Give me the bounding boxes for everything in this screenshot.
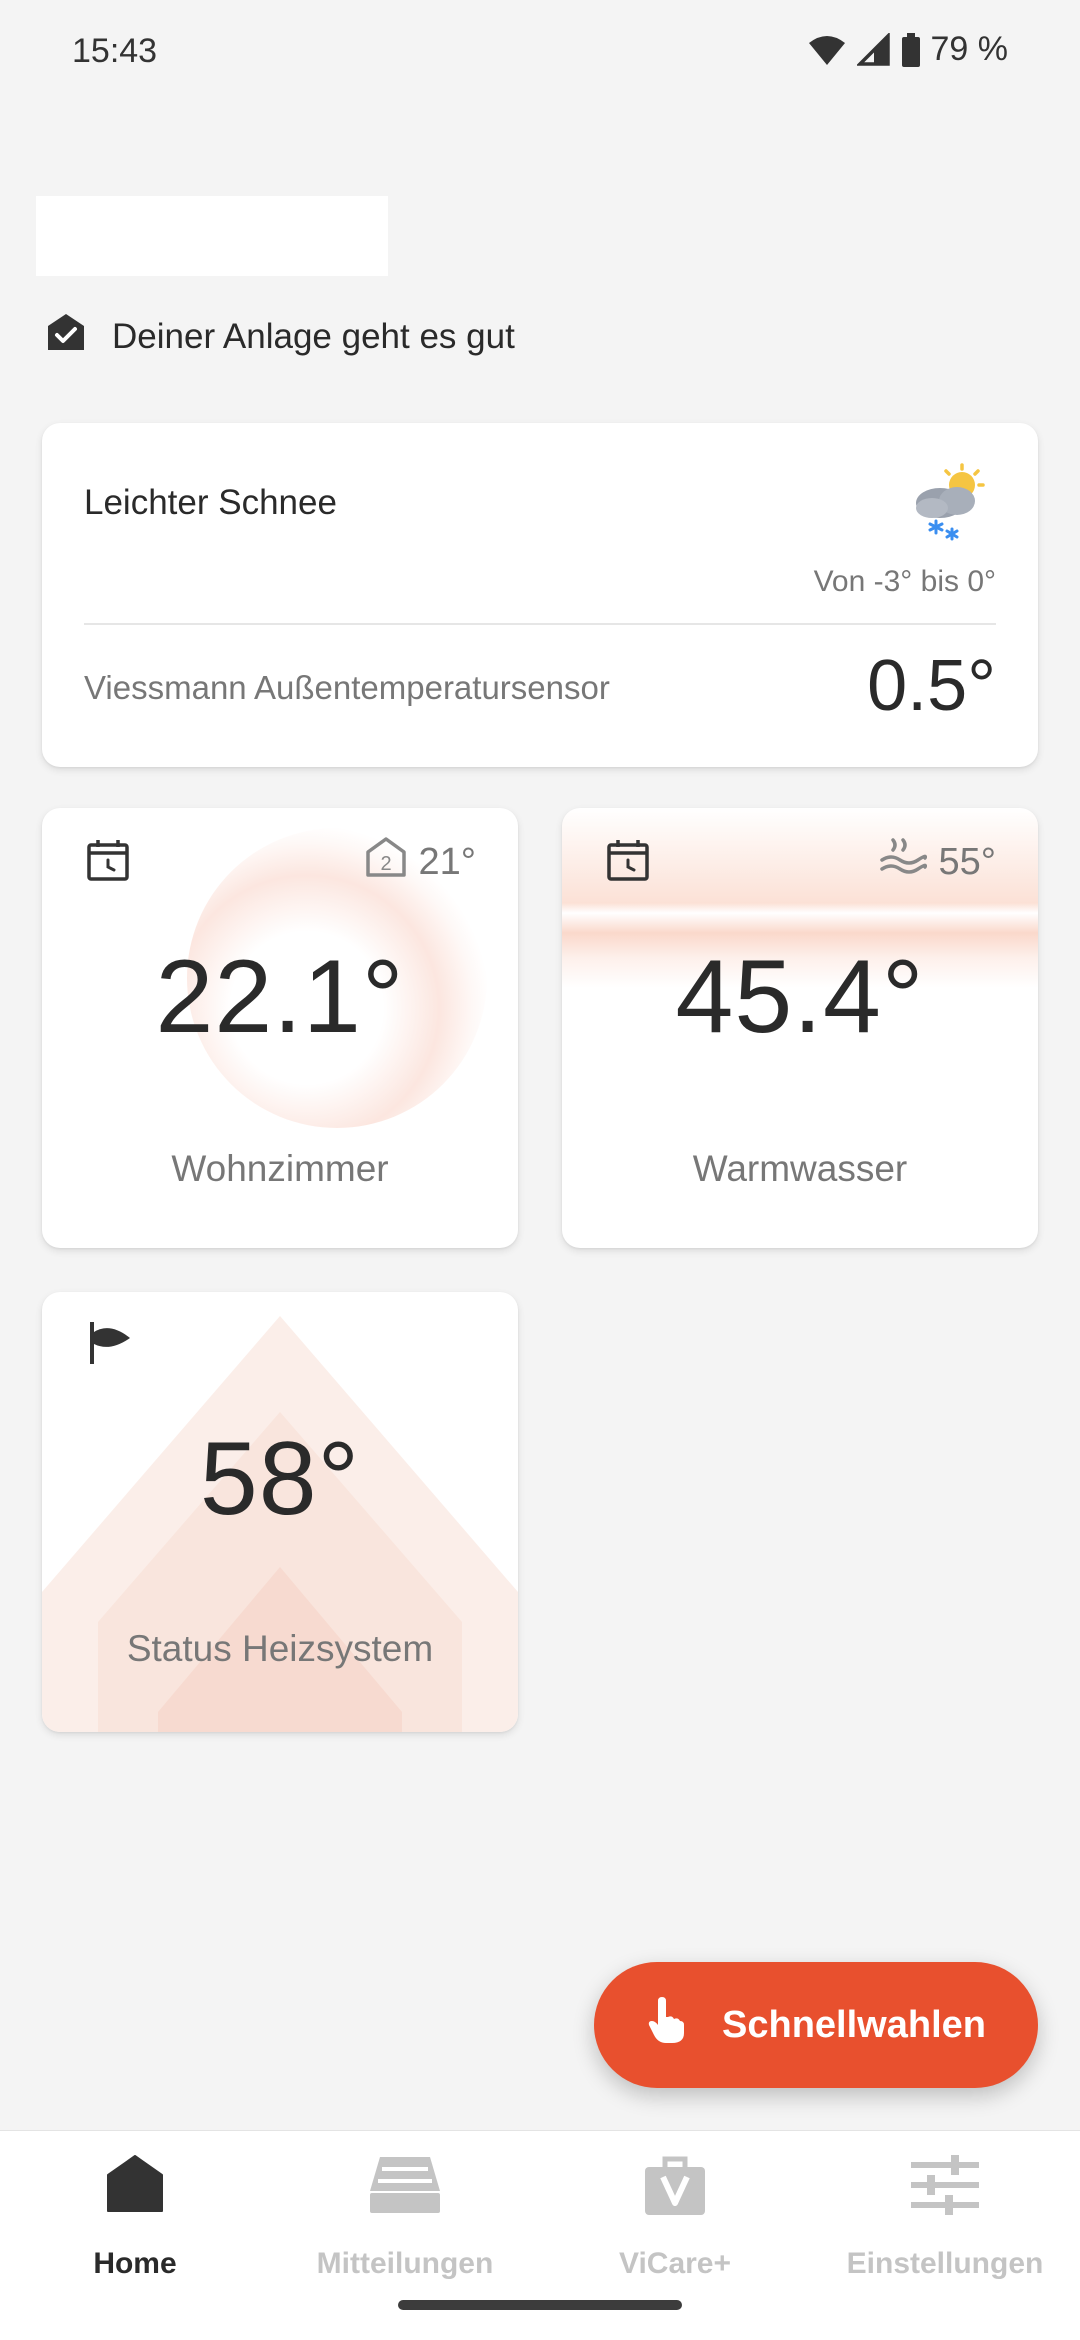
quick-select-label: Schnellwahlen (722, 2003, 986, 2046)
steam-icon (879, 836, 927, 888)
house-program-icon: 2 (365, 836, 407, 888)
room-target: 2 21° (365, 836, 476, 888)
hot-water-tile[interactable]: 55° 45.4° Warmwasser (562, 808, 1038, 1248)
room-temperature: 22.1° (155, 939, 405, 1055)
wifi-icon (807, 33, 847, 67)
water-label: Warmwasser (692, 1148, 908, 1189)
signal-icon (856, 32, 891, 67)
house-check-icon (46, 312, 86, 361)
installation-name-field[interactable] (36, 196, 388, 276)
status-time: 15:43 (72, 32, 158, 70)
gesture-home-indicator[interactable] (398, 2300, 682, 2310)
hand-pointer-icon (646, 1995, 686, 2055)
room-label: Wohnzimmer (171, 1148, 389, 1189)
weather-range: Von -3° bis 0° (813, 565, 996, 598)
heating-status-tile[interactable]: 58° Status Heizsystem (42, 1292, 518, 1732)
sensor-value: 0.5° (867, 646, 996, 726)
water-target-temp: 55° (938, 840, 996, 883)
flame-flag-icon (86, 1318, 134, 1373)
room-target-temp: 21° (418, 840, 476, 883)
nav-messages-label: Mitteilungen (316, 2247, 494, 2280)
nav-vicare-plus[interactable]: ViCare+ (540, 2131, 810, 2301)
room-tile[interactable]: 2 21° 22.1° Wohnzimmer (42, 808, 518, 1248)
calendar-clock-icon (606, 838, 650, 887)
quick-select-button[interactable]: Schnellwahlen (594, 1962, 1038, 2088)
battery-icon (901, 32, 921, 68)
nav-home-label: Home (93, 2247, 177, 2280)
status-icons: 79 % (807, 30, 1009, 69)
nav-home[interactable]: Home (0, 2131, 270, 2301)
water-temperature: 45.4° (675, 939, 925, 1055)
nav-settings-label: Einstellungen (846, 2247, 1044, 2280)
nav-messages[interactable]: Mitteilungen (270, 2131, 540, 2301)
heating-temperature: 58° (199, 1421, 361, 1537)
system-status-text: Deiner Anlage geht es gut (112, 316, 515, 356)
weather-condition: Leichter Schnee (84, 483, 337, 522)
weather-card[interactable]: Leichter Schnee Von -3° bis 0° Viessmann… (42, 423, 1038, 767)
nav-vicare-label: ViCare+ (618, 2247, 732, 2280)
status-bar: 15:43 79 % (0, 0, 1080, 110)
bag-icon (540, 2153, 810, 2217)
nav-settings[interactable]: Einstellungen (810, 2131, 1080, 2301)
calendar-clock-icon (86, 838, 130, 887)
home-icon (0, 2153, 270, 2213)
snow-cloud-sun-icon (912, 463, 986, 548)
inbox-icon (270, 2153, 540, 2215)
sensor-name: Viessmann Außentemperatursensor (84, 669, 610, 706)
water-target: 55° (879, 836, 996, 888)
heating-label: Status Heizsystem (126, 1628, 434, 1669)
svg-text:2: 2 (380, 853, 391, 875)
battery-level: 79 % (930, 30, 1009, 68)
sliders-icon (810, 2153, 1080, 2217)
divider (84, 623, 996, 625)
system-status[interactable]: Deiner Anlage geht es gut (46, 312, 515, 361)
